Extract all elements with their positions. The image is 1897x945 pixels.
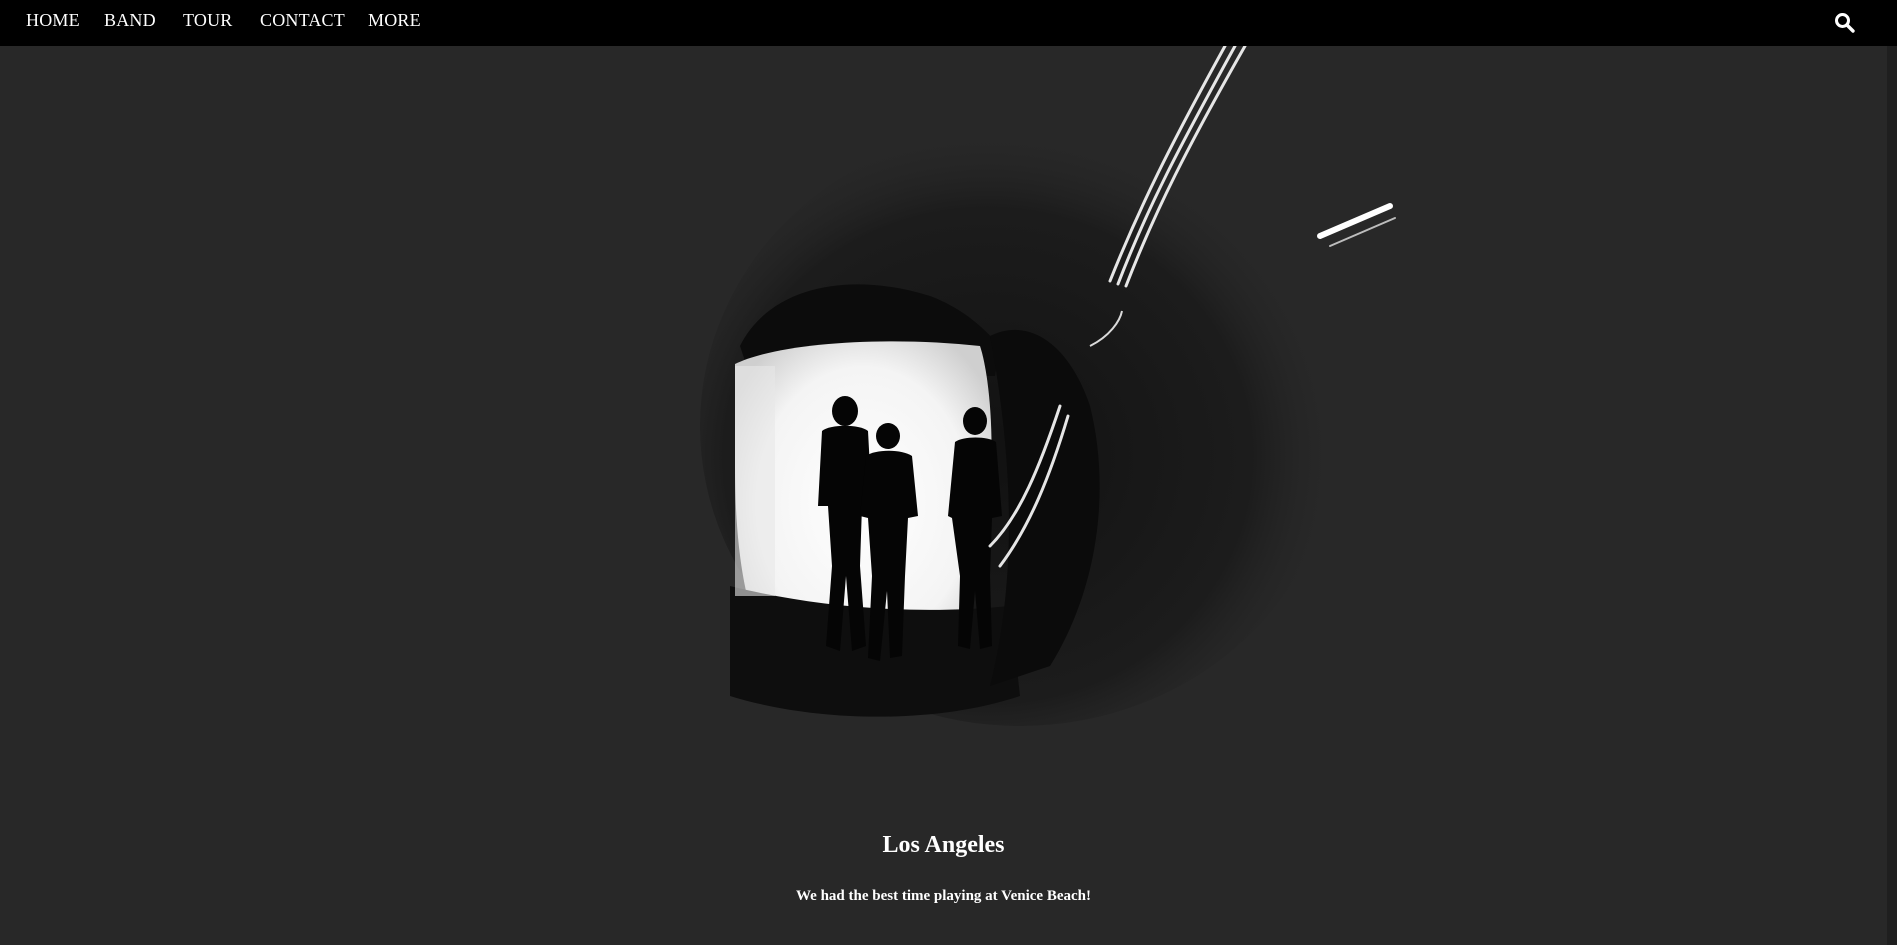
caption-title: Los Angeles xyxy=(882,832,1005,858)
nav-item-home[interactable]: HOME xyxy=(26,10,80,31)
search-icon xyxy=(1835,13,1855,33)
search-button[interactable] xyxy=(1833,11,1857,35)
nav-item-tour[interactable]: TOUR xyxy=(183,10,232,31)
caption-text: We had the best time playing at Venice B… xyxy=(796,888,1091,904)
nav-item-band[interactable]: BAND xyxy=(104,10,156,31)
top-navigation-bar: HOME BAND TOUR CONTACT MORE xyxy=(0,0,1897,46)
hero-image xyxy=(690,44,1450,736)
nav-item-more[interactable]: MORE xyxy=(368,10,421,31)
nav-item-contact[interactable]: CONTACT xyxy=(260,10,345,31)
scrollbar[interactable] xyxy=(1887,46,1897,945)
